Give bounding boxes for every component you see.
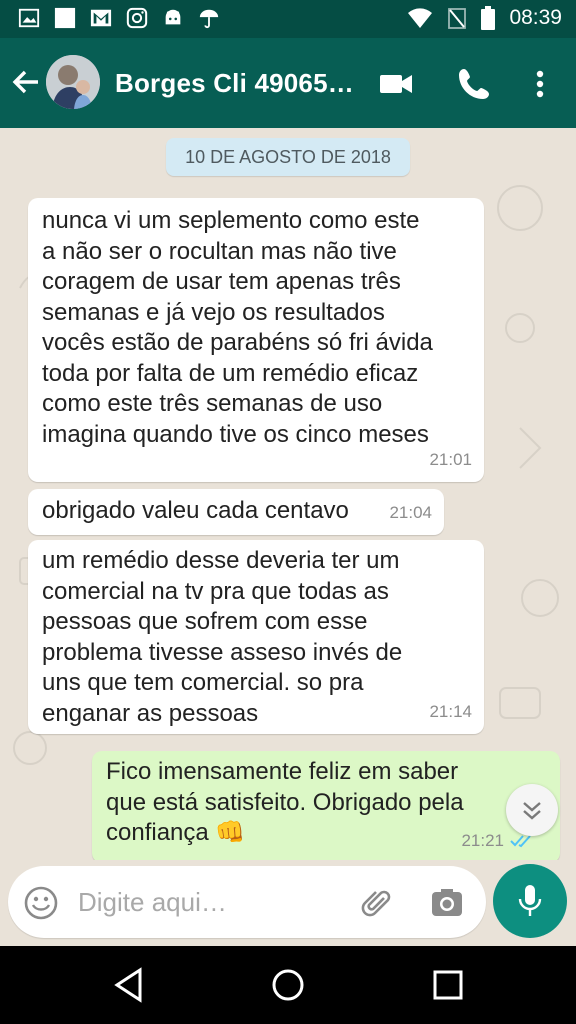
contact-avatar[interactable] [46,55,100,109]
notification-icons [18,7,220,29]
system-status: 08:39 [407,6,562,30]
attach-icon[interactable] [360,886,394,920]
android-icon [165,9,181,25]
gmail-icon [90,9,112,27]
microphone-icon [518,885,542,916]
system-navigation-bar [0,946,576,1024]
voice-call-icon[interactable] [456,66,492,102]
recents-nav-icon[interactable] [430,966,466,1004]
double-chevron-down-icon [523,802,541,820]
message-incoming[interactable]: um remédio desse deveria ter um comercia… [28,540,484,734]
instagram-icon [126,7,148,29]
back-arrow-icon[interactable] [10,64,42,100]
video-call-icon[interactable] [378,66,414,102]
status-bar: 08:39 [0,0,576,38]
gallery-icon [18,8,40,28]
wifi-icon [408,8,433,28]
message-text: obrigado valeu cada centavo [42,497,349,524]
battery-icon [481,6,496,30]
back-nav-icon[interactable] [112,966,146,1004]
message-time: 21:04 [389,502,432,522]
blank-notification-icon [54,7,76,29]
contact-name[interactable]: Borges Cli 49065… [115,68,354,99]
composer-bar: Digite aqui… [0,860,576,946]
message-incoming[interactable]: nunca vi um seplemento como este a não s… [28,198,484,482]
chat-header: Borges Cli 49065… [0,38,576,128]
message-input[interactable]: Digite aqui… [8,866,486,938]
clock: 08:39 [509,6,562,29]
camera-icon[interactable] [430,886,464,920]
umbrella-icon [199,9,219,29]
read-receipt-icon [510,835,531,848]
message-incoming[interactable]: obrigado valeu cada centavo 21:04 [28,489,444,535]
message-text: um remédio desse deveria ter um comercia… [42,547,403,727]
more-options-icon[interactable] [522,66,558,102]
message-text: nunca vi um seplemento como este a não s… [42,207,433,448]
message-time: 21:21 [461,830,504,850]
home-nav-icon[interactable] [270,966,306,1004]
voice-record-button[interactable] [493,864,567,938]
avatar-photo [46,55,100,109]
message-time: 21:01 [429,449,472,469]
message-list[interactable]: 10 DE AGOSTO DE 2018 nunca vi um sepleme… [0,128,576,860]
message-input-placeholder: Digite aqui… [78,887,227,917]
no-signal-icon [448,8,467,29]
emoji-icon[interactable] [24,886,58,920]
message-time: 21:14 [429,701,472,721]
date-separator: 10 DE AGOSTO DE 2018 [166,138,410,176]
scroll-to-bottom-button[interactable] [506,784,558,836]
message-outgoing[interactable]: Fico imensamente feliz em saber que está… [92,751,560,860]
